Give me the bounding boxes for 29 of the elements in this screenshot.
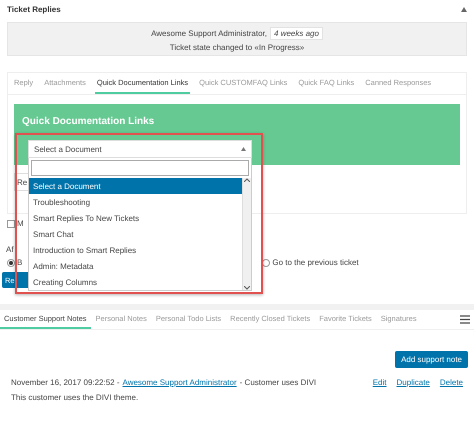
panel-title: Quick Documentation Links	[22, 116, 154, 127]
collapse-caret-icon[interactable]	[461, 6, 467, 12]
scroll-down-icon[interactable]	[244, 286, 250, 290]
dropdown-option[interactable]: Select a Document	[29, 178, 242, 194]
history-author: Awesome Support Administrator,	[151, 28, 267, 38]
checkbox[interactable]	[7, 220, 15, 228]
search-field[interactable]	[31, 160, 249, 176]
add-note-button[interactable]: Add support note	[395, 351, 468, 368]
history-time: 4 weeks ago	[270, 26, 323, 40]
menu-icon[interactable]	[460, 315, 470, 324]
checkbox-label: M	[17, 219, 24, 228]
scroll-up-icon[interactable]	[244, 178, 250, 182]
note-title: - Customer uses DIVI	[240, 378, 316, 387]
author-link[interactable]: Awesome Support Administrator	[122, 378, 237, 387]
history-message: Ticket state changed to «In Progress»	[170, 42, 304, 52]
radio-button[interactable]	[262, 258, 270, 266]
note-action-link[interactable]: Duplicate	[396, 378, 430, 387]
section-title: Ticket Replies	[7, 4, 61, 14]
note-body: This customer uses the DIVI theme.	[11, 393, 138, 402]
note-action-link[interactable]: Edit	[372, 378, 387, 387]
radio-label: B	[17, 258, 22, 267]
radio-button[interactable]	[7, 258, 15, 266]
note-date: November 16, 2017 09:22:52 -	[11, 378, 120, 387]
scrollbar[interactable]	[242, 178, 251, 290]
document-select[interactable]: Select a Document	[28, 140, 252, 158]
after-label: Af	[6, 245, 14, 254]
note-action-link[interactable]: Delete	[440, 378, 463, 387]
radio-label: Go to the previous ticket	[272, 258, 359, 267]
caret-icon	[241, 147, 246, 151]
